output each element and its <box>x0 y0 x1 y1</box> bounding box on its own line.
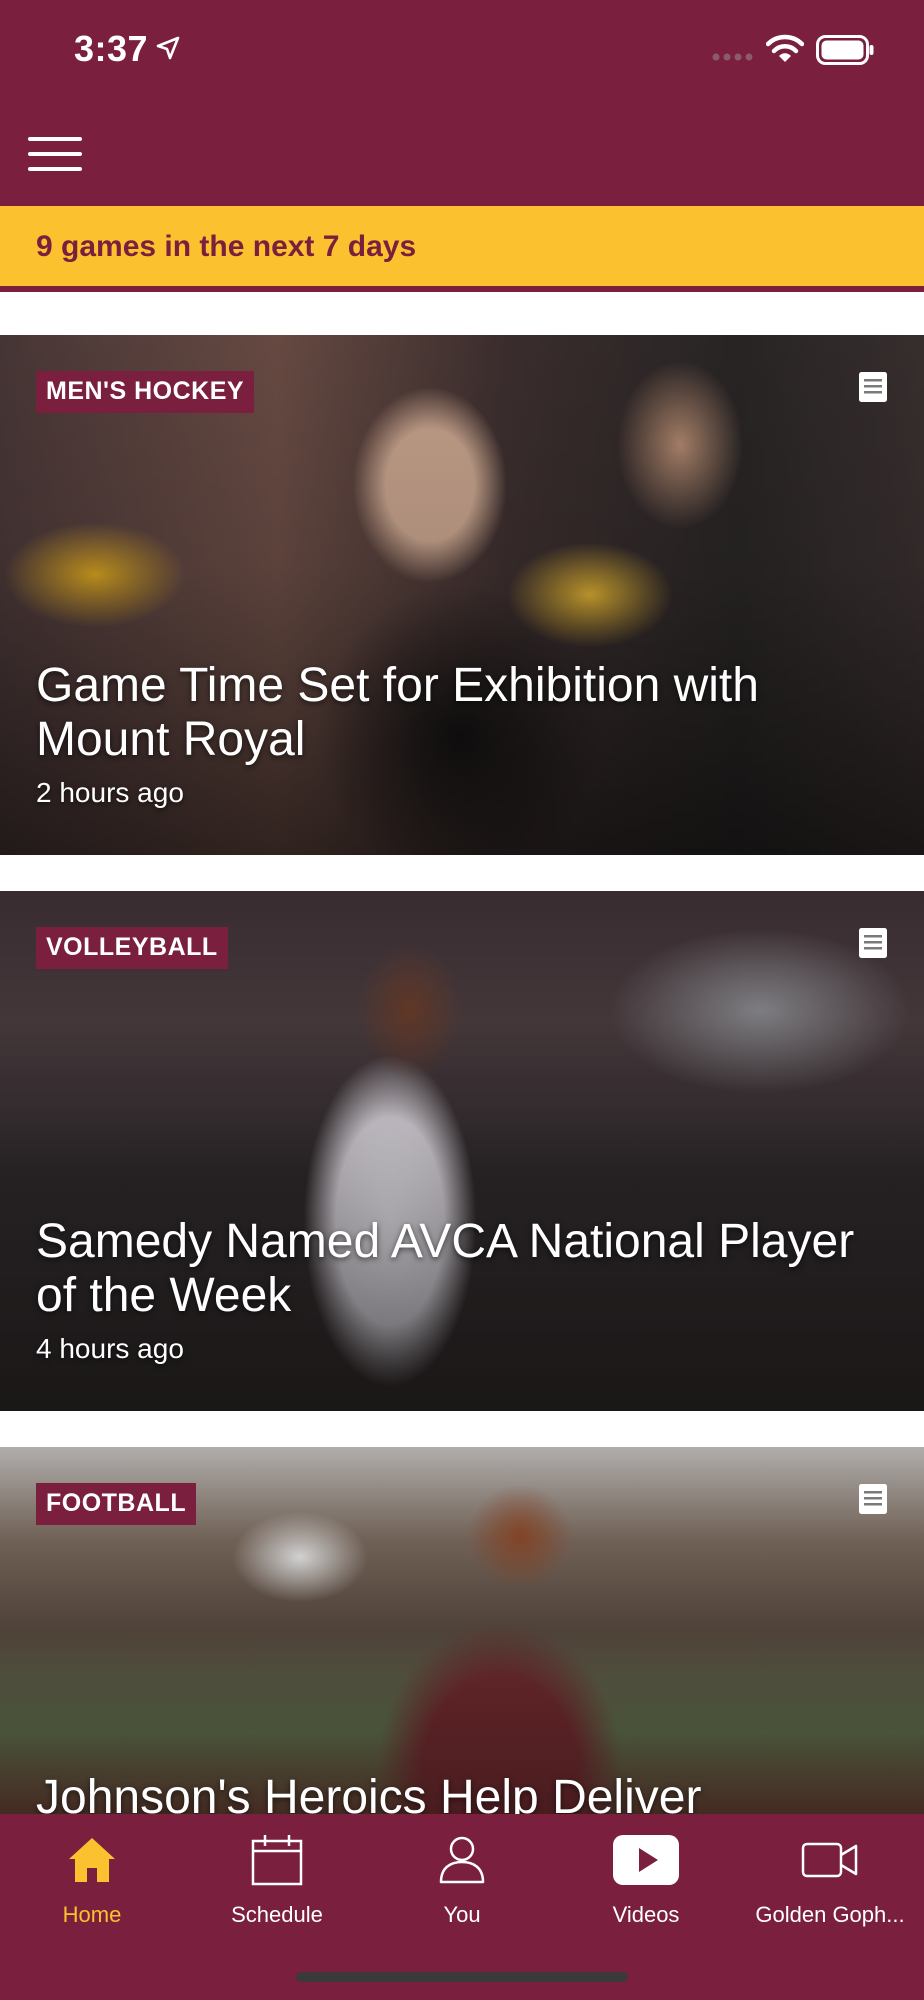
article-icon <box>859 1484 887 1514</box>
status-time: 3:37 <box>74 28 149 69</box>
status-bar: 3:37 <box>0 0 924 100</box>
video-camera-icon <box>801 1842 858 1878</box>
news-headline: Samedy Named AVCA National Player of the… <box>36 1215 855 1322</box>
category-tag: FOOTBALL <box>36 1483 197 1525</box>
news-timestamp: 2 hours ago <box>36 777 184 808</box>
home-icon <box>69 1838 115 1882</box>
play-icon <box>613 1835 679 1885</box>
battery-icon <box>816 35 874 65</box>
news-headline: Johnson's Heroics Help Deliver <box>36 1771 702 1814</box>
location-arrow-icon <box>156 36 180 60</box>
bottom-tab-bar: Home Schedule You Videos Golden Goph... <box>0 1814 924 2000</box>
upcoming-games-text: 9 games in the next 7 days <box>36 230 417 263</box>
wifi-icon <box>766 34 804 62</box>
article-icon <box>859 372 887 402</box>
tab-golden-gophers[interactable]: Golden Goph... <box>738 1832 922 1942</box>
cellular-signal-icon <box>712 53 753 61</box>
tab-label: Schedule <box>231 1902 323 1927</box>
menu-button[interactable] <box>22 126 88 182</box>
tab-you[interactable]: You <box>370 1832 554 1942</box>
tab-label: Videos <box>612 1902 680 1927</box>
hamburger-menu-icon <box>28 137 82 171</box>
upcoming-games-banner[interactable]: 9 games in the next 7 days <box>0 206 924 292</box>
article-icon <box>859 928 887 958</box>
news-card-volleyball[interactable]: VOLLEYBALL Samedy Named AVCA National Pl… <box>0 891 924 1411</box>
news-headline: Game Time Set for Exhibition with Mount … <box>36 659 759 766</box>
news-feed[interactable]: MEN'S HOCKEY Game Time Set for Exhibitio… <box>0 298 924 1814</box>
news-timestamp: 4 hours ago <box>36 1333 184 1364</box>
news-card-football[interactable]: FOOTBALL Johnson's Heroics Help Deliver <box>0 1447 924 1814</box>
person-icon <box>439 1836 485 1884</box>
tab-home[interactable]: Home <box>0 1832 184 1942</box>
home-indicator[interactable] <box>296 1972 628 1982</box>
category-tag: VOLLEYBALL <box>36 927 228 969</box>
tab-schedule[interactable]: Schedule <box>185 1832 369 1942</box>
category-tag: MEN'S HOCKEY <box>36 371 255 413</box>
tab-label: Golden Goph... <box>755 1902 905 1927</box>
tab-label: Home <box>62 1902 122 1927</box>
news-card-hockey[interactable]: MEN'S HOCKEY Game Time Set for Exhibitio… <box>0 335 924 855</box>
calendar-icon <box>251 1835 303 1886</box>
app-bar <box>0 100 924 206</box>
tab-videos[interactable]: Videos <box>554 1832 738 1942</box>
tab-label: You <box>443 1902 481 1927</box>
